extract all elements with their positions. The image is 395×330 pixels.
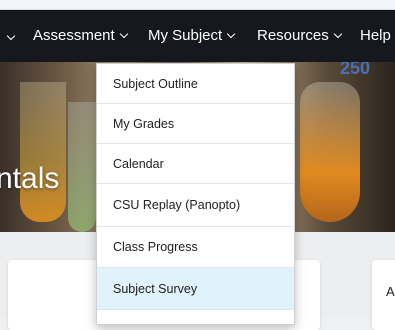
nav-my-subject[interactable]: My Subject — [148, 27, 236, 44]
card-heading: A — [386, 284, 395, 299]
menu-item-csu-replay[interactable]: CSU Replay (Panopto) — [97, 184, 294, 227]
content-card: A — [372, 260, 395, 330]
main-navbar: Assessment My Subject Resources Help — [0, 10, 395, 62]
chevron-down-icon — [226, 29, 236, 39]
chevron-down-icon — [119, 29, 128, 39]
nav-help[interactable]: Help — [360, 27, 391, 44]
test-tube-image — [68, 102, 96, 232]
my-subject-dropdown-menu: Subject Outline My Grades Calendar CSU R… — [96, 63, 295, 325]
menu-item-subject-survey[interactable]: Subject Survey — [97, 268, 294, 310]
nav-my-subject-label: My Subject — [148, 27, 223, 44]
flask-image — [300, 82, 360, 222]
menu-item-subject-outline[interactable]: Subject Outline — [97, 64, 294, 104]
nav-assessment[interactable]: Assessment — [33, 27, 128, 44]
chevron-down-icon — [333, 29, 342, 39]
menu-item-my-grades[interactable]: My Grades — [97, 104, 294, 144]
nav-resources-label: Resources — [257, 27, 329, 44]
nav-help-label: Help — [360, 27, 391, 44]
test-tube-image — [20, 82, 66, 222]
hero-title: ntals — [0, 162, 60, 195]
chevron-down-icon[interactable] — [6, 31, 16, 41]
nav-resources[interactable]: Resources — [257, 27, 342, 44]
flask-marking: 250 — [340, 62, 371, 78]
top-strip — [0, 0, 395, 10]
nav-assessment-label: Assessment — [33, 27, 115, 44]
menu-item-class-progress[interactable]: Class Progress — [97, 227, 294, 268]
menu-item-calendar[interactable]: Calendar — [97, 144, 294, 184]
